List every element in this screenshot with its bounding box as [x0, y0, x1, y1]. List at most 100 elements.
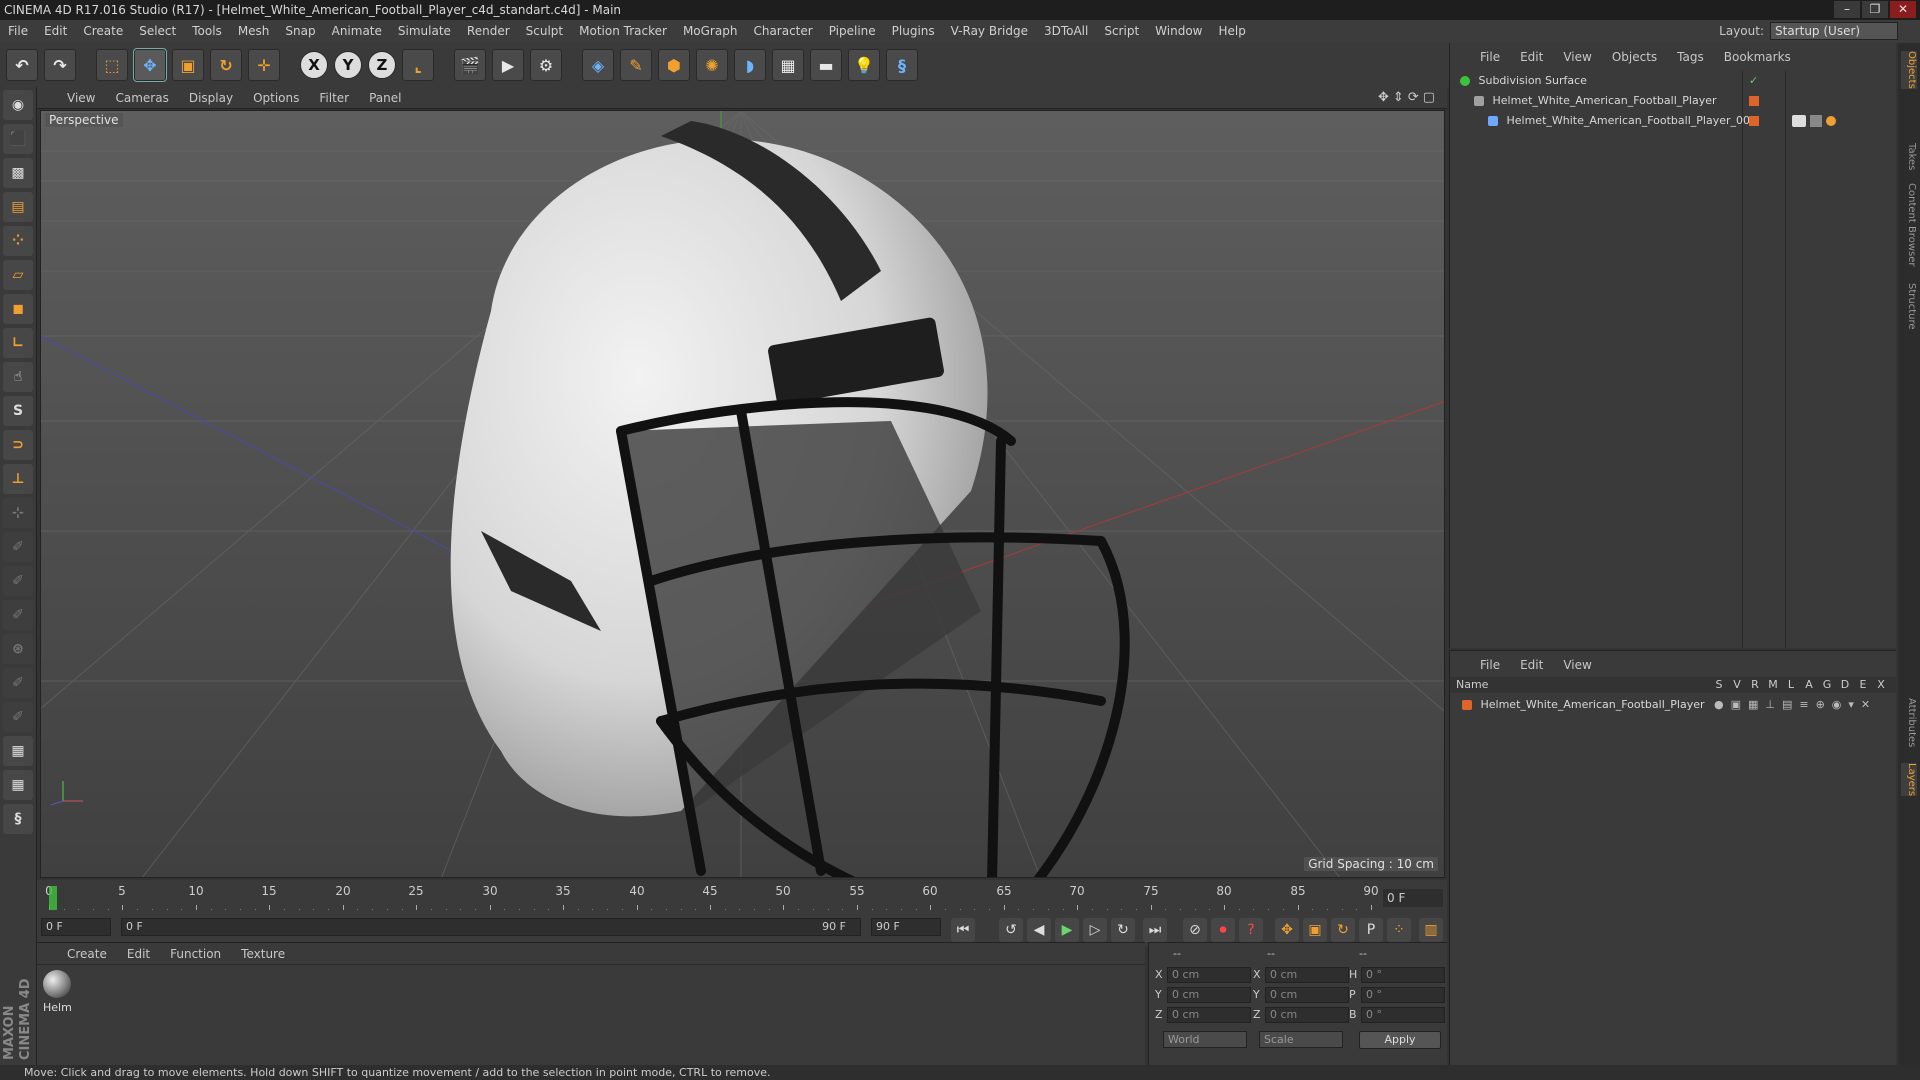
render-picture-viewer-icon[interactable]: ▶ [492, 49, 524, 81]
layer-col-g[interactable]: G [1818, 677, 1836, 693]
rotate-tool-icon[interactable]: ↻ [210, 49, 242, 81]
menu-help[interactable]: Help [1210, 20, 1253, 43]
layer-col-r[interactable]: R [1746, 677, 1764, 693]
undo-icon[interactable]: ↶ [6, 49, 38, 81]
coordinate-system-icon[interactable]: ⌞ [402, 49, 434, 81]
viewport-menu-display[interactable]: Display [179, 91, 243, 105]
camera-icon[interactable]: ▬ [810, 49, 842, 81]
measure-tool-icon[interactable]: ✐ [3, 702, 33, 732]
rot-b-field[interactable]: 0 ° [1361, 1007, 1445, 1023]
menu-select[interactable]: Select [131, 20, 184, 43]
scale-tool-icon[interactable]: ▣ [172, 49, 204, 81]
menu-edit[interactable]: Edit [36, 20, 75, 43]
autokey-icon[interactable]: ? [1239, 918, 1263, 942]
pos-x-field[interactable]: 0 cm [1167, 967, 1251, 983]
key-scale-icon[interactable]: ▣ [1303, 918, 1327, 942]
key-pla-icon[interactable]: ⁘ [1387, 918, 1411, 942]
key-rotation-icon[interactable]: ↻ [1331, 918, 1355, 942]
texture-tag-icon[interactable] [1810, 115, 1822, 127]
menu-sculpt[interactable]: Sculpt [518, 20, 571, 43]
menu-3dtoall[interactable]: 3DToAll [1036, 20, 1096, 43]
viewport-menu-view[interactable]: View [57, 91, 105, 105]
rot-h-field[interactable]: 0 ° [1361, 967, 1445, 983]
menu-mesh[interactable]: Mesh [230, 20, 278, 43]
layer-col-d[interactable]: D [1836, 677, 1854, 693]
edges-mode-icon[interactable]: ▱ [3, 260, 33, 290]
menu-create[interactable]: Create [75, 20, 131, 43]
layer-col-l[interactable]: L [1782, 677, 1800, 693]
menu-motion-tracker[interactable]: Motion Tracker [571, 20, 675, 43]
layer-col-x[interactable]: X [1872, 677, 1890, 693]
quantize-icon[interactable]: ▦ [3, 770, 33, 800]
objects-menu-objects[interactable]: Objects [1602, 50, 1667, 64]
texture-mode-icon[interactable]: ▩ [3, 158, 33, 188]
layers-menu-file[interactable]: File [1470, 658, 1510, 672]
polygons-mode-icon[interactable]: ◼ [3, 294, 33, 324]
tab-layers[interactable]: Layers [1901, 763, 1917, 797]
object-row-subdivision-surface[interactable]: Subdivision Surface ✓ [1450, 71, 1896, 91]
menu-simulate[interactable]: Simulate [390, 20, 459, 43]
material-tag-icon[interactable] [1792, 115, 1806, 127]
tweak-mode-icon[interactable]: ☝ [3, 362, 33, 392]
layers-menu-edit[interactable]: Edit [1510, 658, 1553, 672]
enabled-check-icon[interactable]: ✓ [1749, 75, 1759, 86]
menu-snap[interactable]: Snap [277, 20, 323, 43]
size-mode-dropdown[interactable]: Scale [1259, 1031, 1343, 1048]
viewport-nav-icons[interactable]: ✥⇕⟳▢ [1378, 90, 1439, 105]
layer-col-m[interactable]: M [1764, 677, 1782, 693]
make-editable-icon[interactable]: ◉ [3, 90, 33, 120]
mograph-cloner-icon[interactable]: ✺ [696, 49, 728, 81]
tab-objects[interactable]: Objects [1901, 51, 1917, 89]
go-to-start-icon[interactable]: ⏮ [951, 918, 975, 942]
light-icon[interactable]: 💡 [848, 49, 880, 81]
move-tool-icon[interactable]: ✥ [133, 48, 167, 82]
deformer-icon[interactable]: ◗ [734, 49, 766, 81]
coordinate-mode-dropdown[interactable]: World [1163, 1031, 1247, 1048]
maximize-button[interactable]: ❐ [1862, 1, 1888, 18]
tab-content-browser[interactable]: Content Browser [1901, 183, 1917, 266]
pos-z-field[interactable]: 0 cm [1167, 1007, 1251, 1023]
menu-mograph[interactable]: MoGraph [675, 20, 746, 43]
motion-record-icon[interactable]: ⊘ [1183, 918, 1207, 942]
key-parameter-icon[interactable]: P [1359, 918, 1383, 942]
next-frame-icon[interactable]: ▷ [1083, 918, 1107, 942]
layer-color-chip[interactable] [1749, 116, 1759, 126]
workplane-mode-icon[interactable]: ▤ [3, 192, 33, 222]
menu-pipeline[interactable]: Pipeline [821, 20, 884, 43]
tab-structure[interactable]: Structure [1901, 283, 1917, 330]
grid-lock-icon[interactable]: ▦ [3, 736, 33, 766]
subdivision-generator-icon[interactable]: ⬢ [658, 49, 690, 81]
close-button[interactable]: ✕ [1890, 1, 1916, 18]
frame-range-slider[interactable]: 0 F 90 F [121, 918, 861, 936]
previous-key-icon[interactable]: ↺ [999, 918, 1023, 942]
layer-col-s[interactable]: S [1710, 677, 1728, 693]
3d-viewport[interactable]: Perspective Grid Spacing : 10 cm [40, 110, 1445, 878]
object-row-helmet-mesh[interactable]: Helmet_White_American_Football_Player_00… [1450, 111, 1896, 131]
playhead[interactable] [49, 886, 57, 912]
planar-workplane-icon[interactable]: ✐ [3, 532, 33, 562]
pos-y-field[interactable]: 0 cm [1167, 987, 1251, 1003]
workplane-icon[interactable]: ⊥ [3, 464, 33, 494]
menu-tools[interactable]: Tools [184, 20, 230, 43]
material-menu-create[interactable]: Create [57, 947, 117, 961]
size-x-field[interactable]: 0 cm [1265, 967, 1349, 983]
object-row-helmet[interactable]: Helmet_White_American_Football_Player [1450, 91, 1896, 111]
menu-character[interactable]: Character [745, 20, 820, 43]
render-view-icon[interactable]: 🎬 [454, 49, 486, 81]
menu-window[interactable]: Window [1147, 20, 1210, 43]
objects-menu-file[interactable]: File [1470, 50, 1510, 64]
material-menu-texture[interactable]: Texture [231, 947, 295, 961]
objects-menu-view[interactable]: View [1553, 50, 1601, 64]
align-workplane-icon[interactable]: ⊛ [3, 634, 33, 664]
recent-tool-icon[interactable]: ✛ [248, 49, 280, 81]
phong-tag-icon[interactable] [1826, 116, 1836, 126]
menu-animate[interactable]: Animate [324, 20, 390, 43]
layout-dropdown[interactable]: Startup (User) [1770, 22, 1898, 40]
model-mode-icon[interactable]: ⬛ [3, 124, 33, 154]
tab-takes[interactable]: Takes [1901, 143, 1917, 170]
objects-menu-edit[interactable]: Edit [1510, 50, 1553, 64]
size-z-field[interactable]: 0 cm [1265, 1007, 1349, 1023]
live-selection-icon[interactable]: ⬚ [96, 49, 128, 81]
play-icon[interactable]: ▶ [1055, 918, 1079, 942]
material-menu-edit[interactable]: Edit [117, 947, 160, 961]
